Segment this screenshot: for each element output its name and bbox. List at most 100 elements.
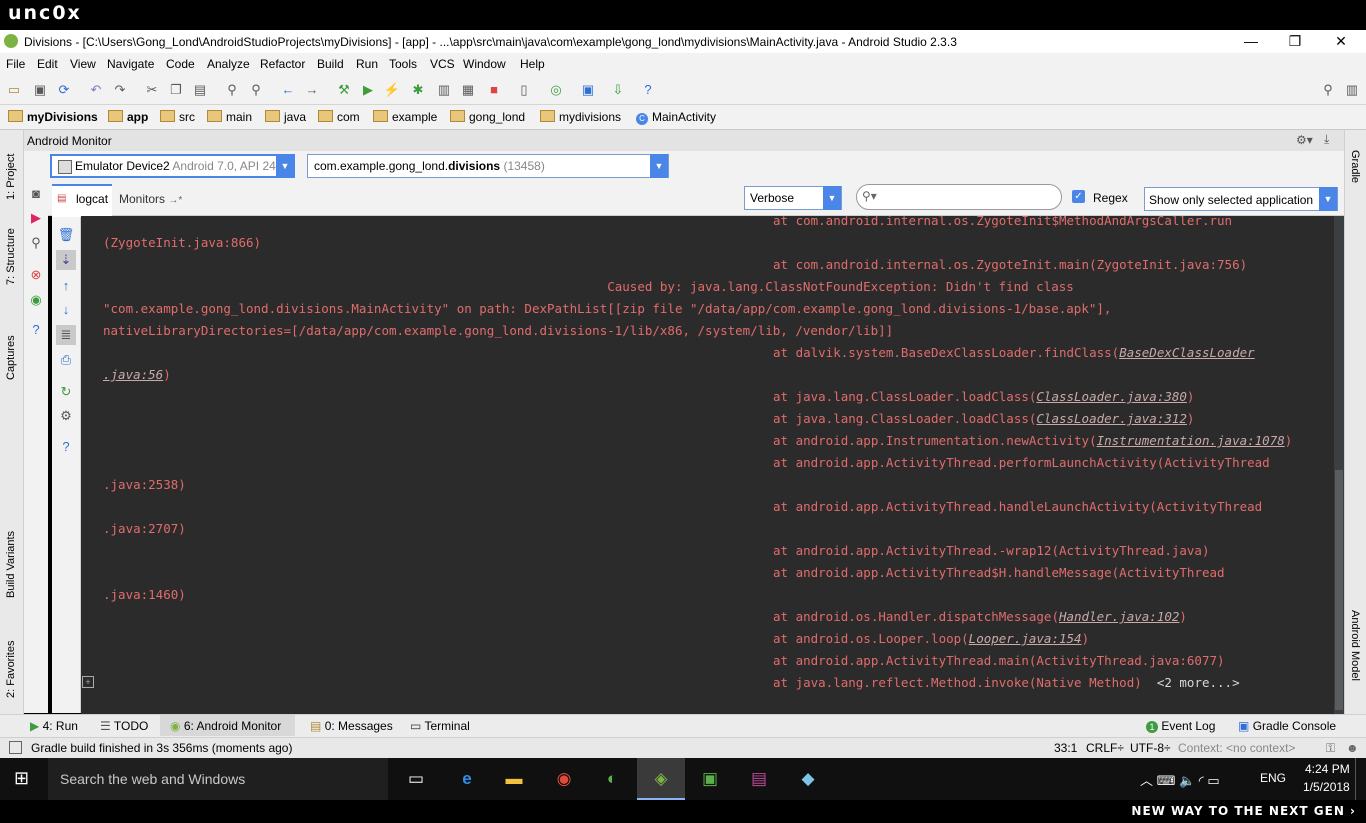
source-link[interactable]: ClassLoader.java:312 — [1036, 411, 1187, 426]
menu-refactor[interactable]: Refactor — [260, 57, 305, 71]
notes-app-icon[interactable]: ▣ — [686, 758, 734, 800]
hide-panel-icon[interactable]: ⤓ — [1324, 132, 1329, 147]
menu-analyze[interactable]: Analyze — [207, 57, 250, 71]
tool-window-toggle-icon[interactable] — [9, 741, 22, 754]
input-language[interactable]: ENG — [1260, 771, 1286, 785]
debug-icon[interactable]: ✱ — [408, 80, 428, 100]
crumb-src[interactable]: src — [160, 110, 195, 124]
source-link[interactable]: Instrumentation.java:1078 — [1097, 433, 1285, 448]
menu-file[interactable]: File — [6, 57, 25, 71]
source-link[interactable]: .java:56 — [103, 367, 163, 382]
file-explorer-icon[interactable]: ▬ — [490, 758, 538, 800]
menu-navigate[interactable]: Navigate — [107, 57, 154, 71]
menu-vcs[interactable]: VCS — [430, 57, 455, 71]
menu-view[interactable]: View — [70, 57, 96, 71]
structure-tab[interactable]: 7: Structure — [5, 225, 17, 285]
soft-wrap-icon[interactable]: ≣ — [56, 325, 76, 345]
android-model-tab[interactable]: Android Model — [1349, 610, 1361, 700]
gradle-tab[interactable]: Gradle — [1349, 150, 1361, 200]
source-link[interactable]: BaseDexClassLoader — [1119, 345, 1254, 360]
inspector-icon[interactable]: ☻ — [1346, 741, 1359, 755]
search-everywhere-icon[interactable]: ⚲ — [1318, 80, 1338, 100]
paste-icon[interactable]: ▤ — [190, 80, 210, 100]
chevron-down-icon[interactable]: ▼ — [276, 154, 294, 178]
favorites-tab[interactable]: 2: Favorites — [5, 628, 17, 698]
source-link[interactable]: Looper.java:154 — [969, 631, 1082, 646]
crumb-main[interactable]: main — [207, 110, 252, 124]
clock-time[interactable]: 4:24 PM — [1305, 762, 1350, 776]
maximize-button[interactable]: ❐ — [1272, 31, 1318, 51]
chrome-icon[interactable]: ◉ — [540, 758, 588, 800]
open-folder-icon[interactable]: ▭ — [4, 80, 24, 100]
tray-icons[interactable]: ︿ ⌨ 🔈 ◜ ▭ — [1140, 770, 1220, 789]
run-icon[interactable]: ▶ — [358, 80, 378, 100]
tab-run[interactable]: ▶ 4: Run — [30, 719, 78, 733]
avd-manager-icon[interactable]: ▯ — [514, 80, 534, 100]
menu-window[interactable]: Window — [463, 57, 506, 71]
tab-gradle-console[interactable]: ▣ Gradle Console — [1238, 719, 1336, 733]
record-icon[interactable]: ▶ — [26, 208, 46, 228]
scroll-to-end-icon[interactable]: ⇣ — [56, 250, 76, 270]
stop-icon[interactable]: ■ — [484, 80, 504, 100]
terminate-app-icon[interactable]: ⊗ — [26, 265, 46, 285]
tab-messages[interactable]: ▤ 0: Messages — [310, 719, 393, 733]
sync-gradle-icon[interactable]: ◎ — [546, 80, 566, 100]
help-icon[interactable]: ? — [638, 80, 658, 100]
crumb-mydivisions-pkg[interactable]: mydivisions — [540, 110, 621, 124]
sync-icon[interactable]: ⟳ — [54, 80, 74, 100]
cut-icon[interactable]: ✂ — [142, 80, 162, 100]
forward-icon[interactable]: → — [302, 80, 322, 100]
crumb-example[interactable]: example — [373, 110, 437, 124]
find-icon[interactable]: ⚲ — [222, 80, 242, 100]
regex-checkbox[interactable]: ✓ — [1072, 190, 1085, 203]
chevron-down-icon[interactable]: ▼ — [650, 154, 668, 178]
clear-logcat-icon[interactable]: 🗑 — [56, 225, 76, 245]
up-arrow-icon[interactable]: ↑ — [56, 276, 76, 296]
menu-run[interactable]: Run — [356, 57, 378, 71]
crumb-java[interactable]: java — [265, 110, 306, 124]
replace-icon[interactable]: ⚲ — [246, 80, 266, 100]
search-input[interactable] — [856, 184, 1062, 210]
settings-gear-icon[interactable]: ⚙ — [56, 406, 76, 426]
menu-code[interactable]: Code — [166, 57, 195, 71]
back-icon[interactable]: ← — [278, 80, 298, 100]
crumb-mainactivity[interactable]: C MainActivity — [636, 110, 716, 125]
edge-icon[interactable]: e — [443, 758, 491, 800]
system-info-icon[interactable]: ⚲ — [26, 233, 46, 253]
tab-todo[interactable]: ☰ TODO — [100, 719, 148, 733]
tab-terminal[interactable]: ▭ Terminal — [410, 719, 470, 733]
build-variants-tab[interactable]: Build Variants — [5, 518, 17, 598]
restart-icon[interactable]: ↻ — [56, 382, 76, 402]
save-icon[interactable]: ▣ — [30, 80, 50, 100]
line-separator[interactable]: CRLF÷ — [1086, 741, 1124, 755]
attach-debugger-icon[interactable]: ▦ — [458, 80, 478, 100]
scrollbar-thumb[interactable] — [1335, 470, 1343, 710]
close-button[interactable]: ✕ — [1318, 31, 1364, 51]
crumb-gong-lond[interactable]: gong_lond — [450, 110, 525, 124]
coverage-icon[interactable]: ▥ — [434, 80, 454, 100]
crumb-com[interactable]: com — [318, 110, 360, 124]
screenshot-icon[interactable]: ◙ — [26, 184, 46, 204]
windows-start-icon[interactable]: ⊞ — [14, 768, 34, 788]
source-link[interactable]: ClassLoader.java:380 — [1036, 389, 1187, 404]
redo-icon[interactable]: ↷ — [110, 80, 130, 100]
lock-icon[interactable]: ⚿ — [1326, 741, 1335, 756]
print-icon[interactable]: ⎙ — [56, 350, 76, 370]
menu-help[interactable]: Help — [520, 57, 545, 71]
winrar-icon[interactable]: ▤ — [735, 758, 783, 800]
logcat-output[interactable]: at com.android.internal.os.ZygoteInit$Me… — [81, 216, 1334, 714]
file-encoding[interactable]: UTF-8÷ — [1130, 741, 1171, 755]
project-structure-icon[interactable]: ▣ — [578, 80, 598, 100]
menu-tools[interactable]: Tools — [389, 57, 417, 71]
source-link[interactable]: Handler.java:102 — [1059, 609, 1179, 624]
tab-monitors[interactable]: Monitors →* — [119, 192, 182, 206]
clock-date[interactable]: 1/5/2018 — [1303, 780, 1350, 794]
undo-icon[interactable]: ↶ — [86, 80, 106, 100]
crumb-mydivisions[interactable]: myDivisions — [8, 110, 98, 124]
menu-build[interactable]: Build — [317, 57, 344, 71]
caret-position[interactable]: 33:1 — [1054, 741, 1077, 755]
status-message[interactable]: Gradle build finished in 3s 356ms (momen… — [31, 741, 292, 755]
expand-icon[interactable]: + — [82, 676, 94, 688]
captures-tab[interactable]: Captures — [5, 320, 17, 380]
more-frames-link[interactable]: <2 more...> — [1157, 675, 1240, 690]
